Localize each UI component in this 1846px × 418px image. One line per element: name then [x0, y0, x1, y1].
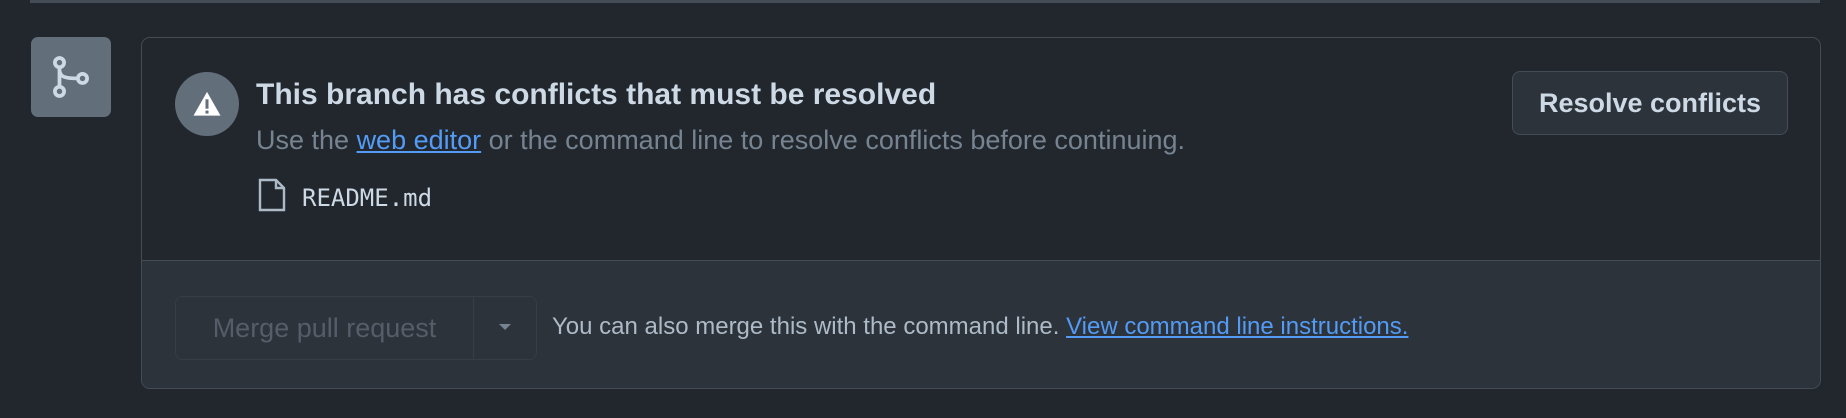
file-icon	[258, 178, 286, 217]
merge-pull-request-button[interactable]: Merge pull request	[176, 297, 474, 359]
alert-triangle-icon	[175, 72, 239, 136]
conflicting-file: README.md	[258, 178, 432, 217]
merge-button-group: Merge pull request	[175, 296, 537, 360]
conflict-description-prefix: Use the	[256, 125, 357, 155]
command-line-instructions-link[interactable]: View command line instructions.	[1066, 313, 1408, 340]
git-branch-icon	[31, 37, 111, 117]
command-line-note: You can also merge this with the command…	[552, 313, 1408, 341]
merge-section: Merge pull request You can also merge th…	[142, 260, 1820, 388]
file-name: README.md	[302, 183, 433, 212]
conflict-title: This branch has conflicts that must be r…	[256, 78, 937, 111]
conflict-description-suffix: or the command line to resolve conflicts…	[481, 125, 1186, 155]
merge-box: This branch has conflicts that must be r…	[141, 37, 1821, 389]
conflict-section: This branch has conflicts that must be r…	[142, 38, 1820, 260]
web-editor-link[interactable]: web editor	[357, 125, 482, 155]
resolve-conflicts-button[interactable]: Resolve conflicts	[1512, 71, 1788, 135]
command-line-note-text: You can also merge this with the command…	[552, 313, 1067, 340]
conflict-description: Use the web editor or the command line t…	[256, 125, 1185, 156]
triangle-down-icon	[497, 319, 513, 337]
merge-options-dropdown[interactable]	[474, 297, 536, 359]
timeline-divider	[30, 0, 1820, 3]
